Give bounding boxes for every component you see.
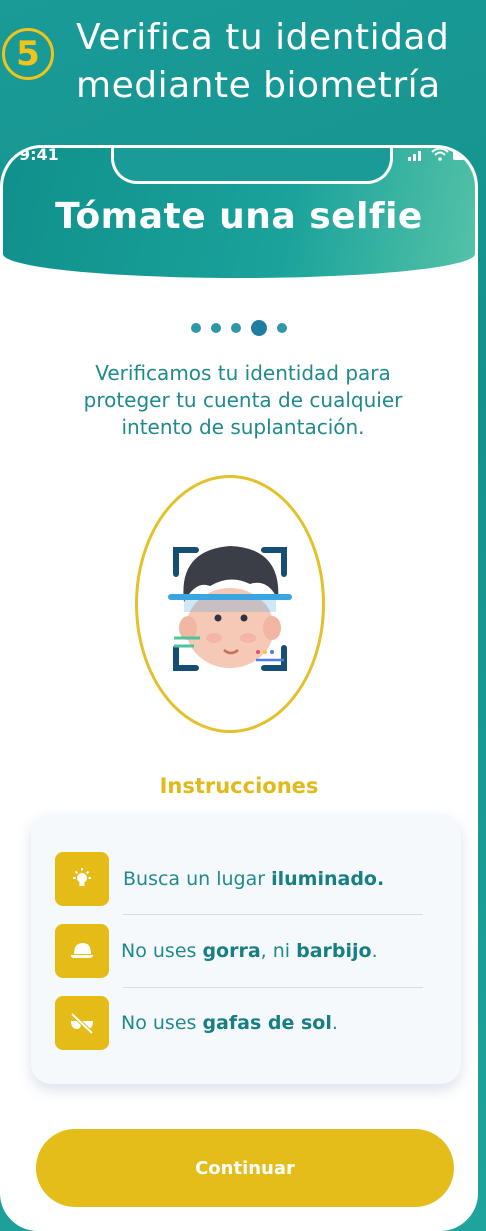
instructions-card: Busca un lugar iluminado. No uses gorra,…	[31, 814, 461, 1084]
battery-icon	[453, 150, 465, 160]
divider	[123, 987, 423, 988]
cap-icon	[55, 924, 109, 978]
progress-dot	[231, 322, 241, 333]
progress-dot	[211, 322, 221, 333]
status-time: 9:41	[19, 145, 59, 164]
instruction-text-lighting: Busca un lugar iluminado.	[123, 868, 385, 890]
face-scan-illustration	[168, 546, 292, 671]
progress-dot	[277, 322, 287, 333]
phone-notch	[111, 148, 393, 184]
progress-dot-active	[251, 319, 267, 336]
phone-frame: 9:41 Tómate una selfie Verificamos tu id…	[0, 145, 478, 1231]
progress-dot	[191, 322, 201, 333]
no-sunglasses-icon	[55, 996, 109, 1050]
selfie-frame	[135, 475, 325, 733]
light-bulb-icon	[55, 852, 109, 906]
step-title: Verifica tu identidad mediante biometría	[76, 17, 450, 106]
screen-title: Tómate una selfie	[55, 196, 423, 237]
signal-icon	[408, 151, 422, 161]
step-header: 5 Verifica tu identidad mediante biometr…	[0, 0, 486, 140]
instruction-text-sunglasses: No uses gafas de sol.	[121, 1012, 338, 1034]
status-icons	[408, 148, 465, 165]
progress-dots	[3, 317, 475, 336]
instructions-title: Instrucciones	[159, 774, 319, 798]
step-number-badge: 5	[2, 28, 54, 80]
divider	[123, 914, 423, 915]
intro-text: Verificamos tu identidad para proteger t…	[83, 361, 403, 439]
screen-header: 9:41 Tómate una selfie	[3, 148, 475, 278]
instruction-row-cap: No uses gorra, ni barbijo.	[55, 924, 435, 978]
instruction-text-cap: No uses gorra, ni barbijo.	[121, 940, 378, 962]
continue-button[interactable]: Continuar	[36, 1129, 454, 1207]
instruction-row-lighting: Busca un lugar iluminado.	[55, 852, 435, 906]
instruction-row-sunglasses: No uses gafas de sol.	[55, 996, 435, 1050]
wifi-icon	[430, 148, 449, 161]
